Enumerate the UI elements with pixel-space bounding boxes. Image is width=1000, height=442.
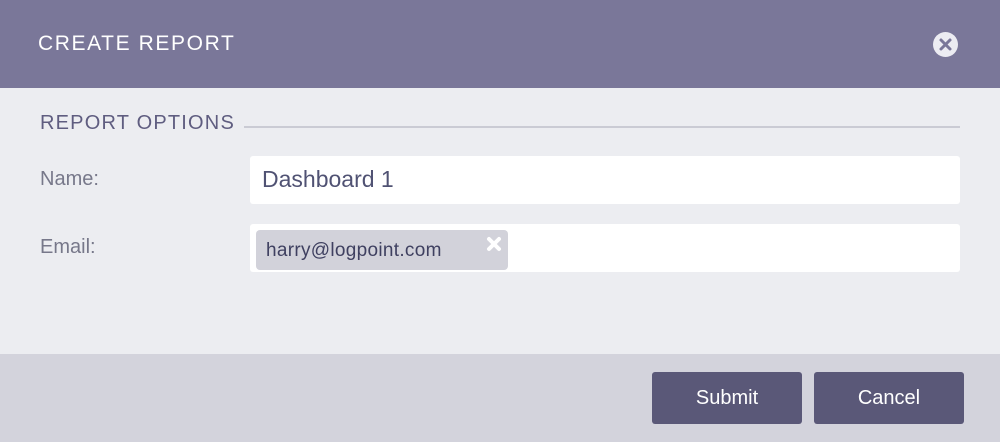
email-field[interactable]: harry@logpoint.com [250,224,960,272]
remove-x-icon[interactable] [486,236,502,252]
dialog-header: CREATE REPORT [0,0,1000,88]
dialog-footer: Submit Cancel [0,354,1000,442]
section-title: REPORT OPTIONS [40,111,243,135]
submit-button[interactable]: Submit [652,372,802,424]
dialog-title: CREATE REPORT [38,32,236,55]
create-report-dialog: CREATE REPORT REPORT OPTIONS Name: Email… [0,0,1000,442]
email-tag: harry@logpoint.com [256,230,508,270]
email-tag-text: harry@logpoint.com [266,240,442,261]
name-label: Name: [40,168,99,190]
name-field-box [250,156,960,204]
name-input[interactable] [250,156,942,202]
close-icon[interactable] [933,32,958,57]
dialog-body: REPORT OPTIONS Name: Email: harry@logpoi… [0,88,1000,354]
cancel-button[interactable]: Cancel [814,372,964,424]
section-divider [244,126,960,128]
email-label: Email: [40,236,96,258]
